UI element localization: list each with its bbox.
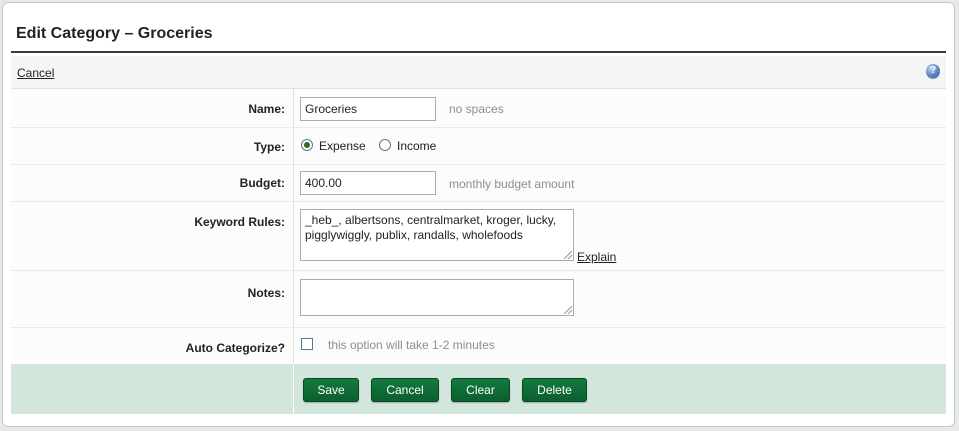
type-label: Type: — [253, 140, 285, 154]
keyword-rules-label: Keyword Rules: — [194, 215, 285, 229]
auto-categorize-hint: this option will take 1-2 minutes — [328, 338, 495, 352]
action-bar: Save Cancel Clear Delete — [11, 364, 946, 414]
budget-hint: monthly budget amount — [449, 177, 575, 191]
cancel-link[interactable]: Cancel — [17, 66, 54, 80]
budget-row: Budget: monthly budget amount — [11, 165, 946, 202]
help-icon[interactable]: ? — [926, 64, 940, 78]
name-label: Name: — [248, 102, 285, 116]
save-button[interactable]: Save — [303, 378, 359, 402]
notes-label: Notes: — [247, 286, 285, 300]
type-income-radio[interactable] — [379, 139, 391, 151]
name-input[interactable] — [300, 97, 436, 121]
clear-button[interactable]: Clear — [451, 378, 510, 402]
name-row: Name: no spaces — [11, 89, 946, 128]
explain-link[interactable]: Explain — [577, 250, 616, 264]
page-title: Edit Category – Groceries — [16, 25, 213, 42]
toolbar: Cancel ? — [11, 56, 946, 89]
resize-grip-icon[interactable] — [564, 306, 572, 314]
title-divider — [11, 51, 946, 53]
keyword-rules-row: Keyword Rules: _heb_, albertsons, centra… — [11, 202, 946, 271]
auto-categorize-checkbox[interactable] — [301, 338, 313, 350]
cancel-button[interactable]: Cancel — [371, 378, 439, 402]
keyword-rules-textarea[interactable]: _heb_, albertsons, centralmarket, kroger… — [300, 209, 574, 261]
auto-categorize-label: Auto Categorize? — [185, 341, 285, 355]
auto-categorize-row: Auto Categorize? this option will take 1… — [11, 328, 946, 364]
resize-grip-icon[interactable] — [564, 251, 572, 259]
keyword-rules-wrapper: _heb_, albertsons, centralmarket, kroger… — [300, 209, 574, 261]
type-row: Type: Expense Income — [11, 128, 946, 165]
type-income-label[interactable]: Income — [397, 139, 436, 153]
budget-label: Budget: — [239, 176, 285, 190]
notes-row: Notes: — [11, 271, 946, 328]
name-hint: no spaces — [449, 102, 504, 116]
type-expense-label[interactable]: Expense — [319, 139, 366, 153]
delete-button[interactable]: Delete — [522, 378, 587, 402]
notes-textarea[interactable] — [300, 279, 574, 316]
budget-input[interactable] — [300, 171, 436, 195]
notes-wrapper — [300, 279, 574, 316]
type-expense-radio[interactable] — [301, 139, 313, 151]
